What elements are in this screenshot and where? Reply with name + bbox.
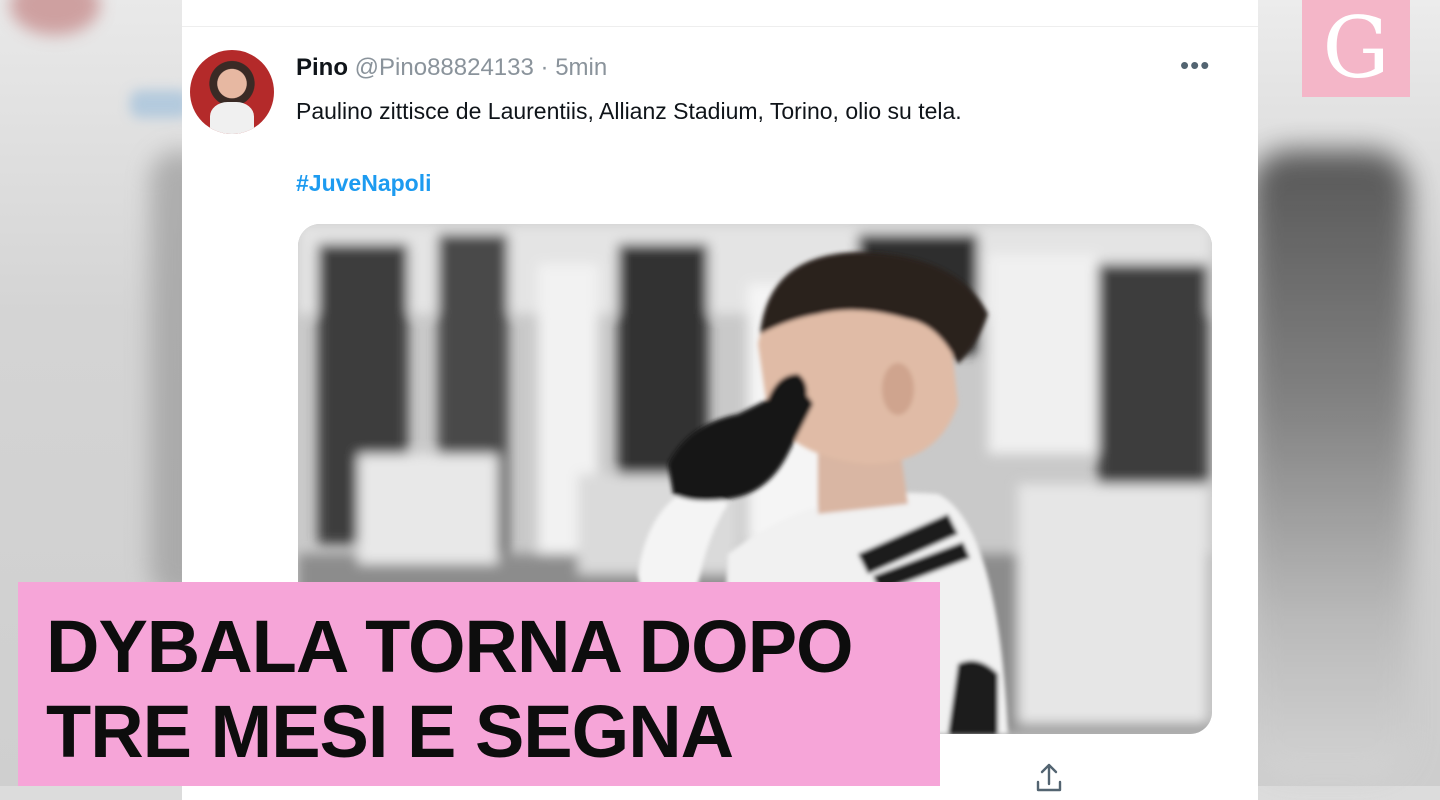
share-icon[interactable] [1032, 760, 1066, 794]
tweet-time[interactable]: 5min [555, 54, 607, 81]
blurred-avatar [10, 0, 100, 35]
divider [182, 26, 1258, 27]
tweet-text: Paulino zittisce de Laurentiis, Allianz … [296, 98, 962, 124]
user-handle[interactable]: @Pino88824133 [355, 54, 534, 81]
hashtag-link[interactable]: #JuveNapoli [296, 170, 432, 197]
meta-separator: · [540, 54, 549, 81]
headline-line-1: DYBALA TORNA DOPO [46, 605, 854, 688]
tweet-header: Pino @Pino88824133 · 5min [296, 54, 607, 82]
blurred-tag [130, 90, 190, 118]
blurred-shape [1250, 150, 1410, 780]
headline-banner: DYBALA TORNA DOPO TRE MESI E SEGNA [18, 582, 940, 786]
blurred-background-right [1250, 0, 1440, 786]
logo-letter: G [1322, 0, 1390, 97]
user-avatar[interactable] [190, 50, 274, 134]
brand-logo: G [1302, 0, 1410, 97]
headline-line-2: TRE MESI E SEGNA [46, 690, 734, 773]
user-name[interactable]: Pino [296, 54, 348, 81]
more-horizontal-icon[interactable]: ••• [1180, 50, 1210, 81]
